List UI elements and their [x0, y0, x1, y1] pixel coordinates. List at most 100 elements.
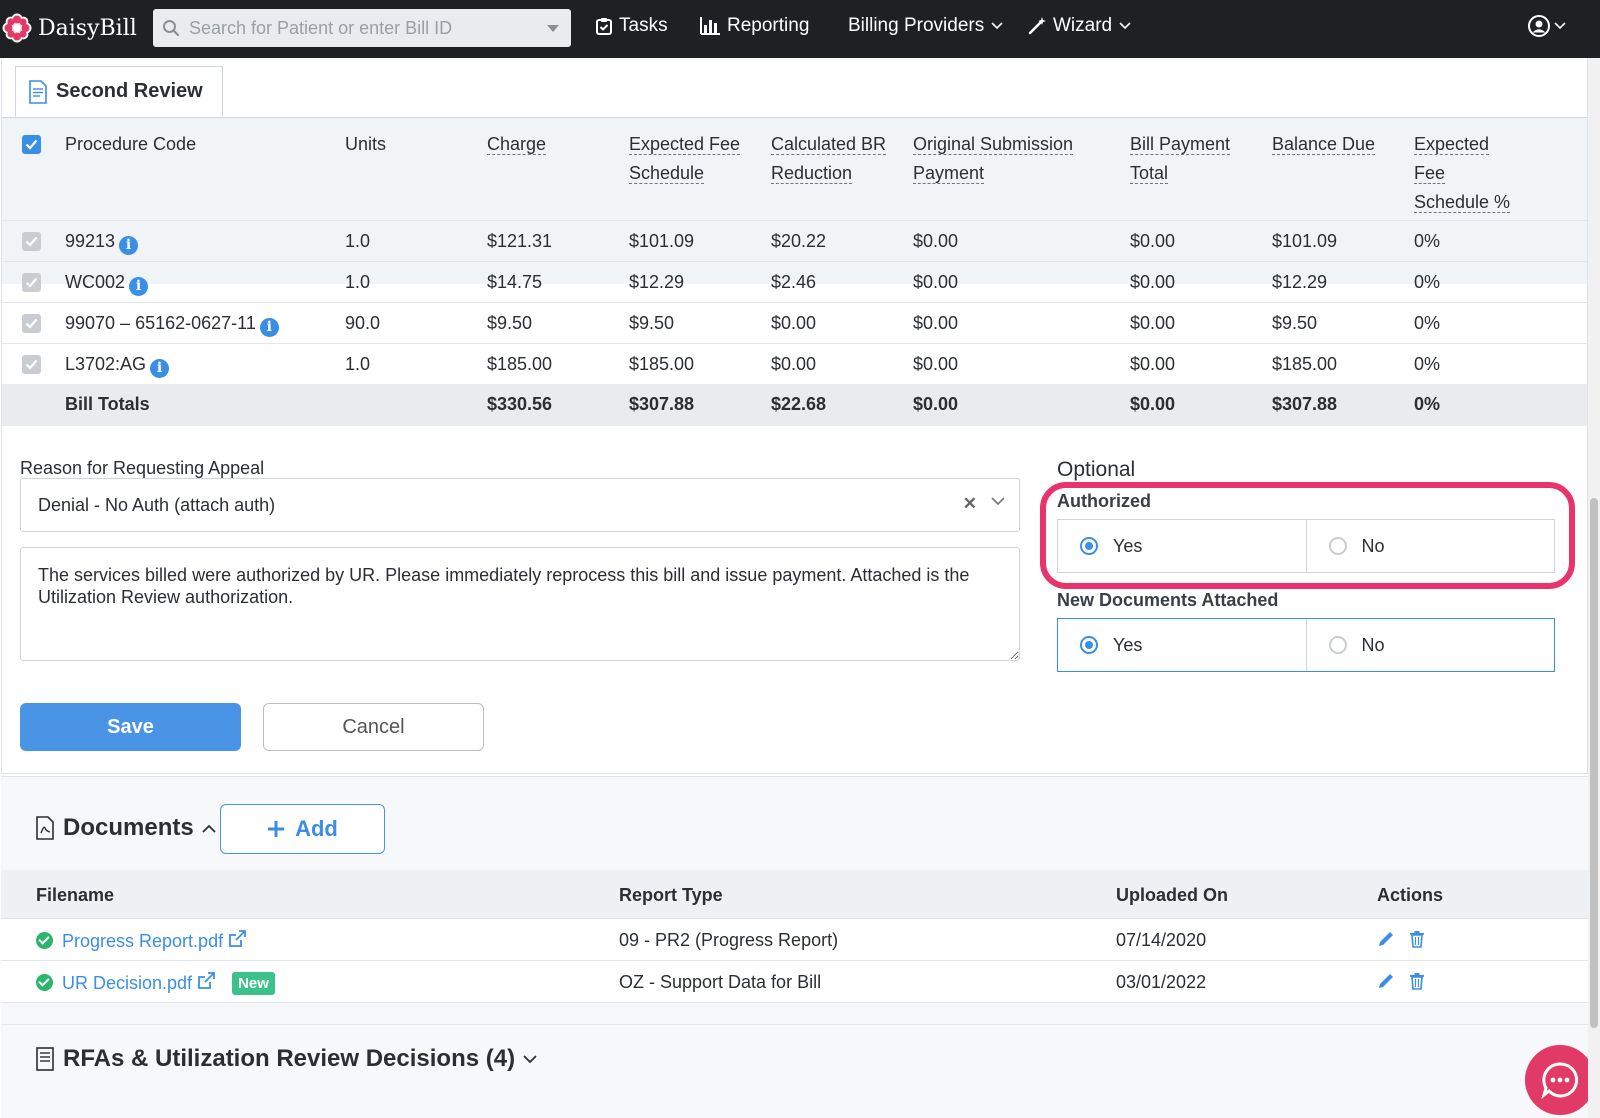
new-badge: New	[232, 972, 275, 995]
save-button[interactable]: Save	[20, 703, 241, 751]
procedure-code: L3702:AG i	[65, 354, 170, 378]
bill-totals-row: Bill Totals $330.56 $307.88 $22.68 $0.00…	[2, 384, 1587, 426]
chat-bubble-icon	[1541, 1062, 1579, 1100]
units: 1.0	[345, 354, 371, 374]
radio-button[interactable]	[1328, 636, 1347, 654]
filename-link[interactable]: UR Decision.pdf	[62, 973, 192, 993]
rfa-title: RFAs & Utilization Review Decisions (4)	[63, 1045, 516, 1072]
chevron-down-icon[interactable]	[991, 493, 1005, 509]
chevron-down-icon	[1119, 22, 1131, 30]
totals-label: Bill Totals	[65, 394, 150, 414]
chevron-down-icon	[991, 22, 1003, 30]
patient-search[interactable]	[153, 9, 571, 47]
reason-value: Denial - No Auth (attach auth)	[38, 494, 276, 515]
trash-icon[interactable]	[1409, 972, 1425, 990]
rfa-document-icon	[36, 1047, 54, 1071]
col-filename: Filename	[36, 885, 115, 905]
checkmark-icon	[25, 359, 38, 370]
divider	[1, 1024, 1588, 1025]
report-type: 09 - PR2 (Progress Report)	[619, 930, 839, 950]
row-checkbox[interactable]	[22, 355, 41, 374]
nav-tasks[interactable]: Tasks	[596, 15, 668, 37]
row-checkbox[interactable]	[22, 314, 41, 333]
col-label: Bill Payment	[1130, 134, 1231, 155]
col-original-submission-payment[interactable]: Original Submission Payment	[913, 130, 1074, 188]
chevron-down-icon	[523, 1054, 537, 1063]
edit-pencil-icon[interactable]	[1377, 930, 1395, 948]
col-label: Schedule %	[1414, 192, 1511, 213]
nav-billing-providers[interactable]: Billing Providers	[848, 15, 1003, 37]
nav-billing-providers-label: Billing Providers	[848, 15, 985, 36]
scrollbar[interactable]	[1588, 58, 1600, 1118]
table-row: 99213 i 1.0 $121.31 $101.09 $20.22 $0.00 …	[2, 220, 1587, 261]
new-docs-yes-option[interactable]: Yes	[1058, 619, 1306, 671]
nav-wizard[interactable]: Wizard	[1028, 15, 1131, 37]
trash-icon[interactable]	[1409, 930, 1425, 948]
clipboard-check-icon	[596, 18, 612, 35]
charge: $9.50	[487, 313, 533, 333]
col-actions: Actions	[1377, 885, 1444, 905]
col-calculated-br-reduction[interactable]: Calculated BR Reduction	[771, 130, 887, 188]
select-all-checkbox[interactable]	[22, 135, 41, 154]
reason-select[interactable]: Denial - No Auth (attach auth) ✕	[20, 478, 1020, 532]
row-checkbox[interactable]	[22, 273, 41, 292]
add-document-button[interactable]: Add	[220, 804, 385, 854]
info-icon[interactable]: i	[150, 359, 170, 378]
daisy-logo-icon	[2, 13, 32, 43]
info-icon[interactable]: i	[259, 318, 279, 337]
col-expected-fee-schedule[interactable]: Expected Fee Schedule	[629, 130, 741, 188]
magic-wand-icon	[1028, 17, 1046, 35]
cancel-button[interactable]: Cancel	[263, 703, 484, 751]
search-icon	[153, 19, 189, 37]
total-expected: $307.88	[629, 394, 695, 414]
charge: $14.75	[487, 272, 543, 292]
external-link-icon[interactable]	[197, 972, 215, 990]
expected-fee: $9.50	[629, 313, 675, 333]
br-reduction: $2.46	[771, 272, 817, 292]
checkmark-icon	[25, 318, 38, 329]
col-label: Procedure Code	[65, 134, 197, 154]
scrollbar-thumb[interactable]	[1590, 498, 1598, 1028]
logo[interactable]: DaisyBill	[0, 10, 137, 46]
rfa-heading[interactable]: RFAs & Utilization Review Decisions (4)	[35, 1045, 537, 1073]
filename-link[interactable]: Progress Report.pdf	[62, 931, 223, 951]
documents-heading[interactable]: Documents	[35, 814, 216, 842]
optional-heading: Optional	[1057, 458, 1136, 481]
authorized-highlight-annotation	[1040, 482, 1575, 589]
external-link-icon[interactable]	[228, 930, 246, 948]
nav-reporting[interactable]: Reporting	[700, 15, 809, 37]
col-expected-fee-schedule-pct[interactable]: Expected Fee Schedule %	[1414, 130, 1511, 217]
fee-schedule-pct: 0%	[1414, 231, 1441, 251]
tab-second-review[interactable]: Second Review	[15, 66, 223, 117]
col-charge[interactable]: Charge	[487, 130, 547, 159]
row-checkbox[interactable]	[22, 232, 41, 251]
clear-icon[interactable]: ✕	[963, 494, 977, 514]
search-dropdown-caret-icon[interactable]	[547, 25, 559, 32]
new-docs-no-option[interactable]: No	[1305, 619, 1555, 671]
procedure-code: 99070 – 65162-0627-11 i	[65, 313, 279, 337]
col-label: Schedule	[629, 163, 705, 184]
procedure-code: WC002 i	[65, 272, 149, 296]
report-type: OZ - Support Data for Bill	[619, 972, 822, 992]
search-input[interactable]	[189, 17, 529, 39]
radio-button[interactable]	[1080, 636, 1098, 654]
balance-due: $9.50	[1272, 313, 1318, 333]
option-label: No	[1361, 634, 1385, 655]
original-payment: $0.00	[913, 231, 959, 251]
chat-button[interactable]	[1525, 1045, 1595, 1115]
user-avatar-icon	[1528, 15, 1550, 37]
col-bill-payment-total[interactable]: Bill Payment Total	[1130, 130, 1231, 188]
fee-schedule-pct: 0%	[1414, 354, 1441, 374]
edit-pencil-icon[interactable]	[1377, 972, 1395, 990]
expected-fee: $101.09	[629, 231, 695, 251]
col-balance-due[interactable]: Balance Due	[1272, 130, 1376, 159]
col-label: Fee	[1414, 163, 1446, 184]
balance-due: $185.00	[1272, 354, 1338, 374]
appeal-notes-textarea[interactable]: The services billed were authorized by U…	[20, 547, 1020, 661]
info-icon[interactable]: i	[129, 277, 149, 296]
brand-name: DaisyBill	[38, 15, 137, 41]
pdf-file-icon	[36, 816, 54, 840]
col-uploaded-on: Uploaded On	[1116, 885, 1228, 905]
user-menu[interactable]	[1528, 15, 1566, 37]
info-icon[interactable]: i	[119, 236, 139, 255]
